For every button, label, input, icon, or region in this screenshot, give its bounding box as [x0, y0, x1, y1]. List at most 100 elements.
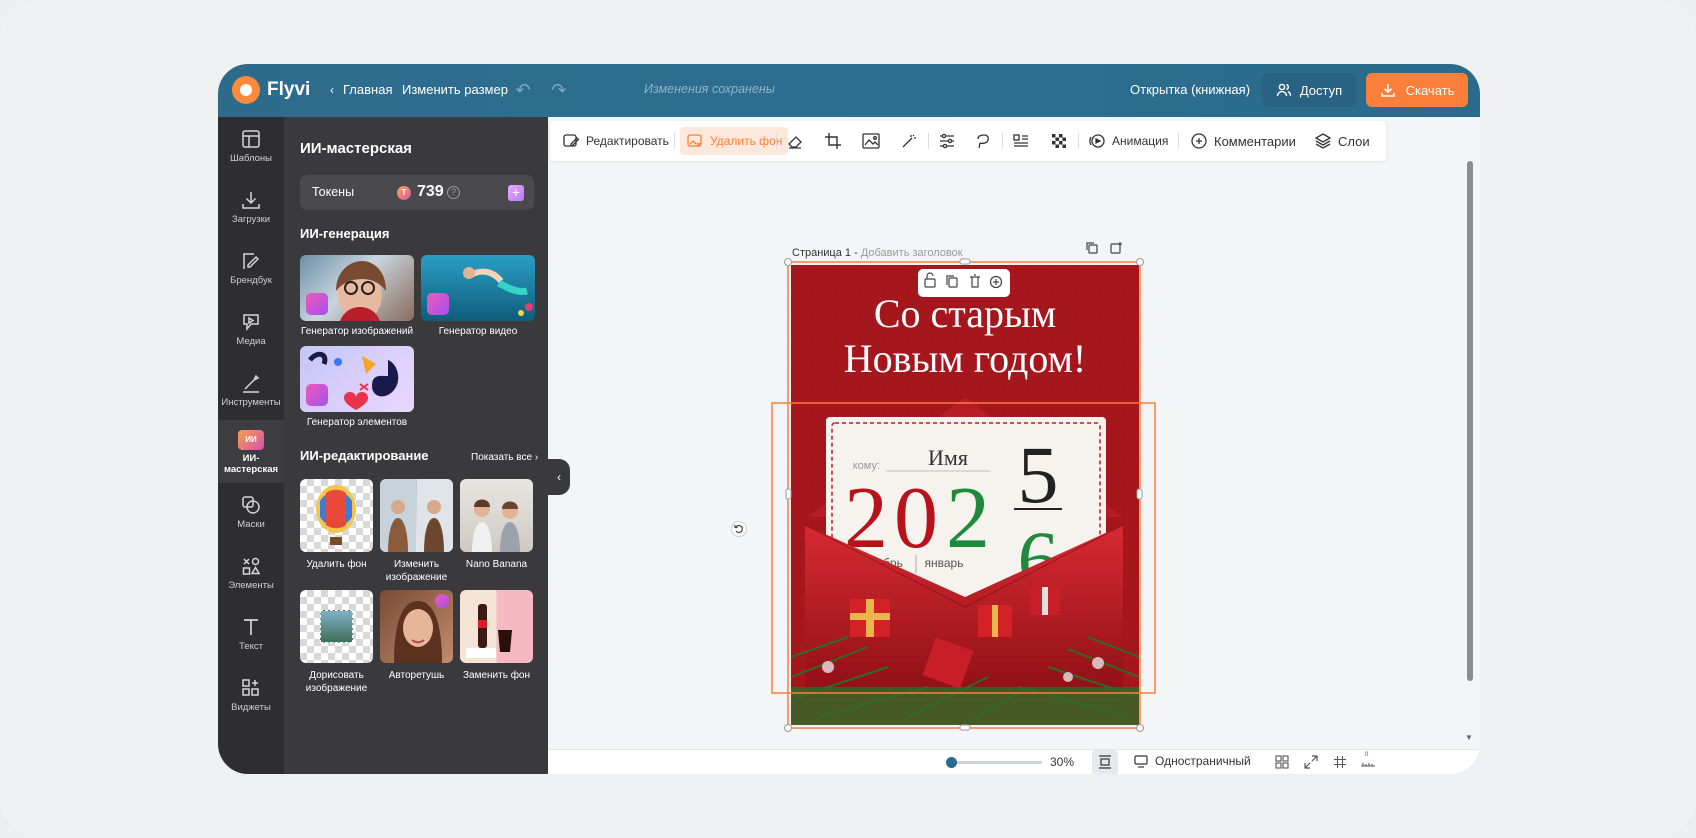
rail-item-masks[interactable]: Маски: [218, 488, 284, 548]
rail-item-media[interactable]: Медиа: [218, 305, 284, 365]
rail-item-text[interactable]: Текст: [218, 610, 284, 670]
comments-button[interactable]: Комментарии: [1190, 121, 1296, 161]
image-generator-tile[interactable]: [300, 255, 414, 321]
replace-image-button[interactable]: [862, 121, 880, 161]
animation-label: Анимация: [1112, 134, 1169, 148]
grid-icon[interactable]: [1333, 755, 1347, 769]
download-icon: [1380, 84, 1395, 97]
zoom-value: 30%: [1050, 755, 1075, 769]
text-wrap-button[interactable]: [1012, 121, 1030, 161]
rail-label: ИИ-мастерская: [223, 453, 279, 475]
rail-item-templates[interactable]: Шаблоны: [218, 122, 284, 182]
layers-button[interactable]: Слои: [1314, 121, 1370, 161]
shapes-icon: [306, 384, 328, 406]
nano-banana-tile[interactable]: [460, 479, 533, 552]
design-canvas[interactable]: Со старым Новым годом! кому: Имя 2 0 2 5…: [768, 257, 1168, 747]
grid-view-icon[interactable]: [1275, 755, 1289, 769]
edit-button[interactable]: Редактировать: [562, 121, 669, 161]
rail-item-elements[interactable]: Элементы: [218, 549, 284, 609]
crop-button[interactable]: [824, 121, 842, 161]
home-link[interactable]: ‹ Главная: [330, 82, 392, 97]
remove-bg-tile[interactable]: [300, 479, 373, 552]
magic-button[interactable]: [900, 121, 918, 161]
chevron-left-icon: ‹: [330, 82, 334, 97]
bottom-bar: 30% Одностраничный 0: [548, 749, 1480, 774]
collapse-panel-button[interactable]: ‹: [548, 459, 570, 495]
rail-item-tools[interactable]: Инструменты: [218, 366, 284, 426]
left-rail: Шаблоны Загрузки Брендбук Медиа Инструме…: [218, 117, 284, 774]
toolbar-divider: [776, 133, 777, 149]
remove-bg-button[interactable]: Удалить фон: [680, 127, 789, 155]
transparency-button[interactable]: [1050, 121, 1068, 161]
media-icon: [243, 314, 259, 332]
show-all-link[interactable]: Показать все ›: [471, 452, 538, 463]
crop-icon: [825, 133, 841, 149]
scroll-down-icon[interactable]: ▼: [1464, 733, 1474, 743]
tile-caption: Изменить изображение: [385, 559, 448, 583]
view-mode-button[interactable]: Одностраничный: [1134, 754, 1251, 768]
tile-caption: Генератор видео: [438, 326, 518, 337]
tile-caption: Удалить фон: [306, 559, 367, 570]
element-generator-tile[interactable]: [300, 346, 414, 412]
fraction-numerator: 5: [1018, 429, 1059, 520]
gen-heading: ИИ-генерация: [300, 226, 390, 241]
edit-image-tile[interactable]: [380, 479, 453, 552]
recipient-name[interactable]: Имя: [928, 445, 968, 470]
tile-caption: Дорисовать изображение: [305, 670, 368, 694]
eraser-button[interactable]: [786, 121, 804, 161]
rotate-icon[interactable]: [731, 521, 747, 537]
add-tokens-button[interactable]: +: [508, 185, 524, 201]
access-label: Доступ: [1299, 82, 1343, 98]
vertical-scrollbar[interactable]: [1467, 161, 1473, 681]
rail-item-brandbook[interactable]: Брендбук: [218, 244, 284, 304]
lasso-button[interactable]: [974, 121, 992, 161]
document-type[interactable]: Открытка (книжная): [1130, 82, 1250, 97]
comments-label: Комментарии: [1214, 133, 1296, 149]
layers-label: Слои: [1338, 133, 1370, 149]
outpaint-tile[interactable]: [300, 590, 373, 663]
duplicate-page-icon[interactable]: [1085, 241, 1099, 255]
rail-item-ai-workshop[interactable]: ИИ ИИ-мастерская: [218, 420, 284, 483]
animation-button[interactable]: Анимация: [1088, 121, 1168, 161]
brand-logo[interactable]: Flyvi: [232, 76, 310, 104]
add-page-icon[interactable]: [1109, 241, 1123, 255]
access-button[interactable]: Доступ: [1262, 73, 1356, 107]
fullscreen-icon[interactable]: [1304, 755, 1318, 769]
image-frame-icon: [862, 133, 880, 149]
adjust-button[interactable]: [938, 121, 956, 161]
fit-page-button[interactable]: [1092, 750, 1118, 774]
rail-item-uploads[interactable]: Загрузки: [218, 183, 284, 243]
rail-item-widgets[interactable]: Виджеты: [218, 671, 284, 731]
sliders-icon: [940, 133, 954, 149]
zoom-slider-knob[interactable]: [946, 757, 957, 768]
tile-caption: Авторетушь: [388, 670, 445, 681]
card-title-line2[interactable]: Новым годом!: [844, 336, 1086, 381]
tokens-label: Токены: [312, 185, 355, 199]
download-button[interactable]: Скачать: [1366, 73, 1468, 107]
women-thumbnail: [472, 499, 520, 552]
undo-icon[interactable]: ↶: [510, 77, 536, 103]
ruler-button[interactable]: 0: [1360, 752, 1376, 770]
tools-icon: [243, 374, 260, 393]
rail-label: Брендбук: [230, 275, 272, 286]
chevron-left-icon: ‹: [557, 470, 561, 484]
toolbar-divider: [1078, 133, 1079, 149]
remove-bg-active: Удалить фон: [680, 127, 789, 155]
replace-bg-tile[interactable]: [460, 590, 533, 663]
monitor-icon: [1134, 755, 1148, 768]
tokens-value: 739: [417, 183, 444, 200]
masks-icon: [242, 496, 260, 514]
checkerboard-icon: [1052, 134, 1066, 148]
templates-icon: [242, 130, 260, 148]
ai-workshop-icon: ИИ: [238, 430, 264, 450]
toolbar-divider: [674, 133, 675, 149]
zoom-slider[interactable]: [946, 757, 1042, 768]
redo-icon[interactable]: ↷: [546, 77, 572, 103]
show-all-label: Показать все: [471, 452, 533, 463]
card-title-line1[interactable]: Со старым: [874, 291, 1056, 336]
help-icon[interactable]: ?: [447, 186, 460, 199]
auto-retouch-tile[interactable]: [380, 590, 453, 663]
tokens-bar: Токены Т 739 ? +: [300, 175, 534, 210]
video-generator-tile[interactable]: [421, 255, 535, 321]
resize-button[interactable]: Изменить размер: [402, 82, 508, 97]
